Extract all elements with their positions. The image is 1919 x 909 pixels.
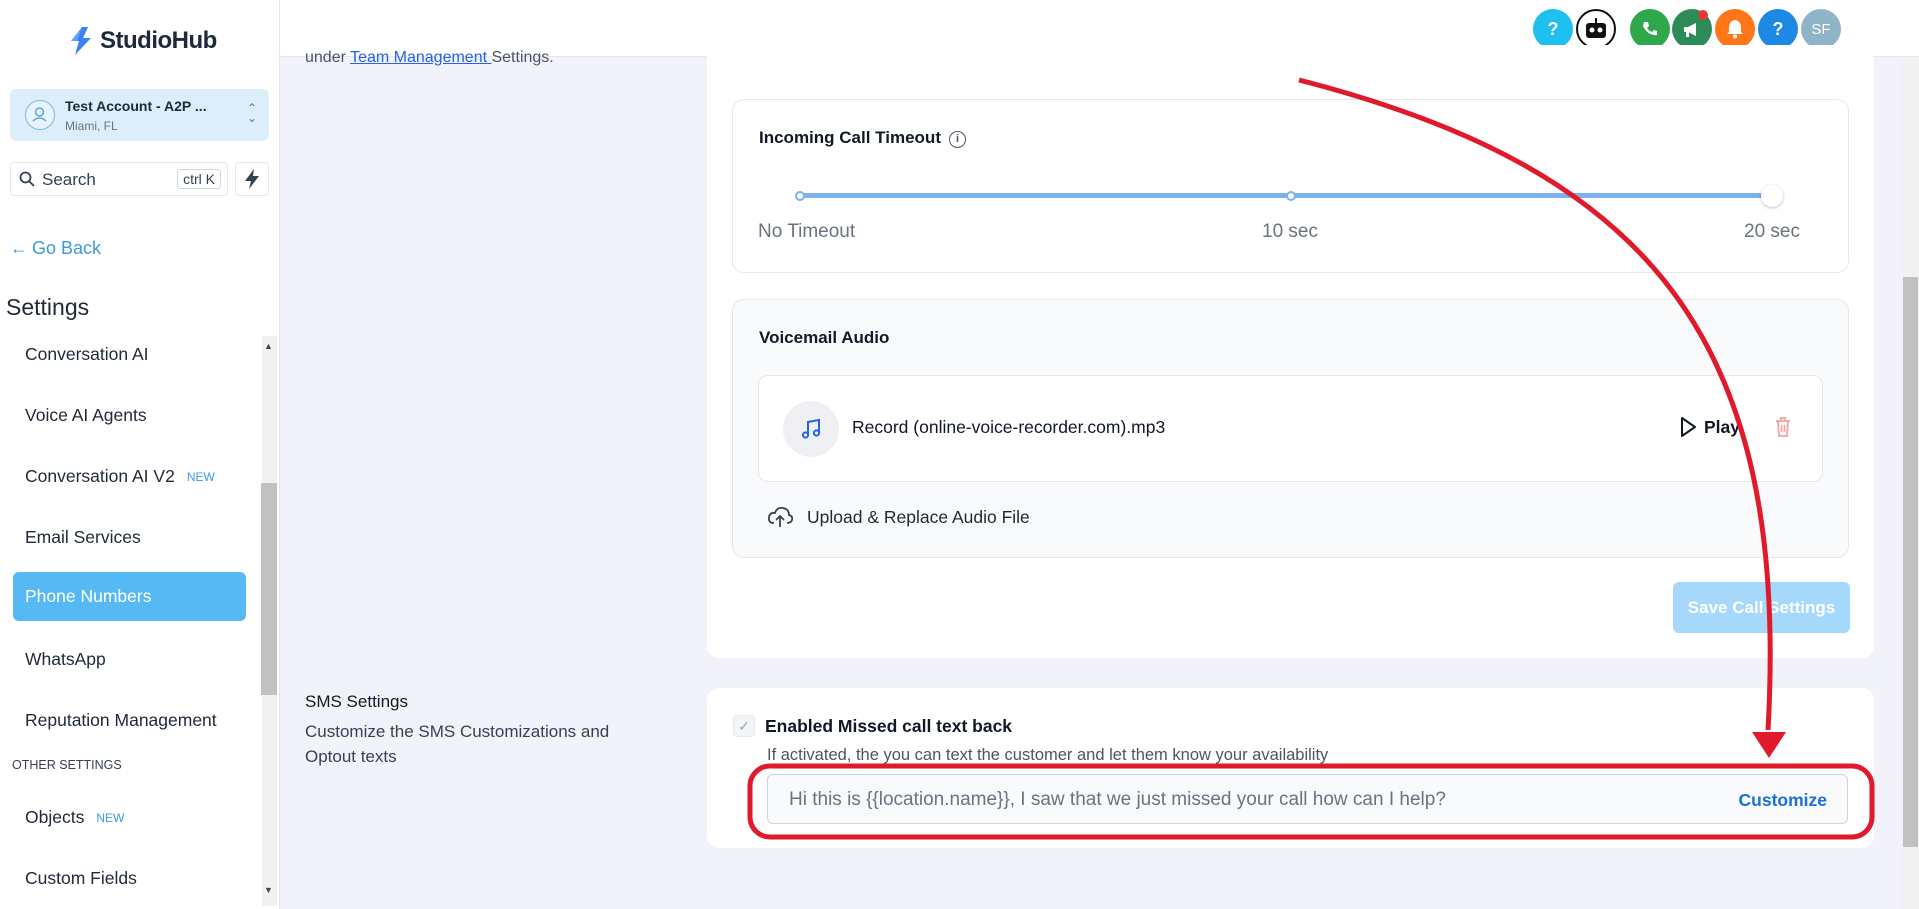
chevron-updown-icon: ⌃ ⌄ — [246, 101, 257, 125]
play-label: Play — [1704, 416, 1740, 437]
scroll-down-arrow[interactable]: ▼ — [264, 885, 273, 895]
intro-suffix: Settings. — [491, 49, 554, 66]
megaphone-icon[interactable] — [1672, 9, 1712, 49]
avatar[interactable]: SF — [1801, 9, 1841, 49]
question-glyph: ? — [1772, 18, 1784, 39]
nav-item-label: Reputation Management — [25, 710, 217, 730]
nav-item-label: Custom Fields — [25, 868, 137, 888]
account-location: Miami, FL — [65, 119, 118, 133]
phone-glyph-icon — [1643, 22, 1657, 36]
play-icon — [1681, 417, 1696, 437]
brand-name: StudioHub — [100, 27, 217, 54]
help-glyph: ? — [1547, 18, 1559, 39]
lightning-icon — [245, 169, 259, 189]
save-call-settings-button[interactable]: Save Call Settings — [1673, 582, 1850, 633]
intro-text: under Team Management Settings. — [305, 49, 554, 67]
tick-label-no-timeout: No Timeout — [758, 221, 856, 242]
call-timeout-label: Incoming Call Timeout — [759, 128, 941, 147]
settings-nav: Conversation AI Voice AI Agents Conversa… — [0, 330, 262, 906]
message-text: Hi this is {{location.name}}, I saw that… — [789, 789, 1446, 810]
search-label: Search — [42, 170, 96, 189]
bot-icon[interactable] — [1576, 9, 1616, 49]
nav-item-custom-fields[interactable]: Custom Fields — [13, 854, 246, 903]
account-switcher[interactable]: Test Account - A2P ... Miami, FL ⌃ ⌄ — [10, 89, 269, 141]
upload-label: Upload & Replace Audio File — [807, 506, 1030, 527]
customize-button[interactable]: Customize — [1739, 790, 1827, 811]
slider-handle[interactable] — [1761, 185, 1783, 207]
upload-replace-button[interactable]: Upload & Replace Audio File — [767, 506, 1030, 528]
logo[interactable]: StudioHub — [68, 26, 217, 56]
missed-call-label: Enabled Missed call text back — [765, 716, 1013, 736]
nav-item-label: WhatsApp — [25, 649, 106, 669]
megaphone-glyph-icon — [1684, 23, 1696, 37]
nav-item-objects[interactable]: Objects NEW — [13, 793, 246, 842]
nav-item-reputation-management[interactable]: Reputation Management — [13, 696, 246, 745]
nav-item-conversation-ai-v2[interactable]: Conversation AI V2 NEW — [13, 452, 246, 501]
avatar-initials: SF — [1811, 20, 1831, 38]
nav-item-email-services[interactable]: Email Services — [13, 513, 246, 562]
info-icon[interactable]: i — [948, 131, 966, 148]
call-timeout-panel — [732, 99, 1849, 273]
notification-dot — [1698, 10, 1708, 20]
play-button[interactable]: Play — [1678, 416, 1740, 438]
team-management-link[interactable]: Team Management — [350, 49, 491, 66]
sms-settings-title: SMS Settings — [305, 692, 408, 711]
nav-item-label: Email Services — [25, 527, 141, 547]
search-input[interactable]: Search ctrl K — [10, 162, 228, 196]
go-back-label: Go Back — [32, 238, 102, 258]
music-note-icon — [783, 401, 839, 457]
account-name: Test Account - A2P ... — [65, 98, 207, 114]
slider-tick — [795, 191, 805, 201]
intro-prefix: under — [305, 49, 351, 66]
missed-call-help-text: If activated, the you can text the custo… — [767, 746, 1329, 764]
search-shortcut: ctrl K — [177, 169, 221, 189]
nav-item-label: Phone Numbers — [25, 586, 152, 606]
cloud-upload-icon — [767, 506, 793, 527]
missed-call-checkbox[interactable]: ✓ — [733, 715, 755, 737]
arrow-left-icon: ← — [10, 238, 28, 258]
delete-icon[interactable] — [1773, 416, 1793, 443]
new-badge: NEW — [186, 469, 215, 484]
bell-icon[interactable] — [1715, 9, 1755, 49]
new-badge: NEW — [96, 810, 125, 825]
nav-item-phone-numbers[interactable]: Phone Numbers — [13, 572, 246, 621]
robot-icon — [1586, 18, 1606, 38]
quick-actions-button[interactable] — [235, 162, 269, 196]
bell-glyph-icon — [1727, 20, 1743, 39]
logo-icon — [71, 27, 91, 55]
settings-title: Settings — [6, 294, 90, 320]
tick-label-10-sec: 10 sec — [1262, 221, 1318, 242]
voicemail-heading: Voicemail Audio — [759, 328, 890, 347]
audio-file-name: Record (online-voice-recorder.com).mp3 — [852, 417, 1166, 437]
nav-item-conversation-ai[interactable]: Conversation AI — [13, 330, 246, 379]
go-back-link[interactable]: ← Go Back — [10, 238, 101, 259]
help-icon[interactable]: ? — [1533, 9, 1573, 49]
nav-item-label: Voice AI Agents — [25, 405, 147, 425]
nav-item-whatsapp[interactable]: WhatsApp — [13, 635, 246, 684]
nav-item-voice-ai-agents[interactable]: Voice AI Agents — [13, 391, 246, 440]
scroll-up-arrow[interactable]: ▲ — [264, 341, 273, 351]
sms-settings-description: Customize the SMS Customizations and Opt… — [305, 722, 610, 766]
nav-item-label: Conversation AI V2 — [25, 466, 175, 486]
call-timeout-heading: Incoming Call Timeout i — [759, 128, 966, 148]
slider-tick — [1286, 191, 1296, 201]
section-other-settings: OTHER SETTINGS — [12, 758, 122, 772]
sidebar: StudioHub Test Account - A2P ... Miami, … — [0, 0, 280, 909]
main-scrollbar-thumb[interactable] — [1903, 277, 1918, 847]
phone-icon[interactable] — [1630, 9, 1670, 49]
sms-settings-card — [707, 688, 1874, 848]
location-icon — [25, 100, 55, 130]
missed-call-message-field[interactable]: Hi this is {{location.name}}, I saw that… — [767, 774, 1848, 824]
nav-item-label: Objects — [25, 807, 85, 827]
search-icon — [19, 171, 35, 187]
tick-label-20-sec: 20 sec — [1744, 221, 1800, 242]
nav-item-label: Conversation AI — [25, 344, 149, 364]
sidebar-scrollbar-thumb[interactable] — [261, 483, 277, 695]
question-icon[interactable]: ? — [1758, 9, 1798, 49]
